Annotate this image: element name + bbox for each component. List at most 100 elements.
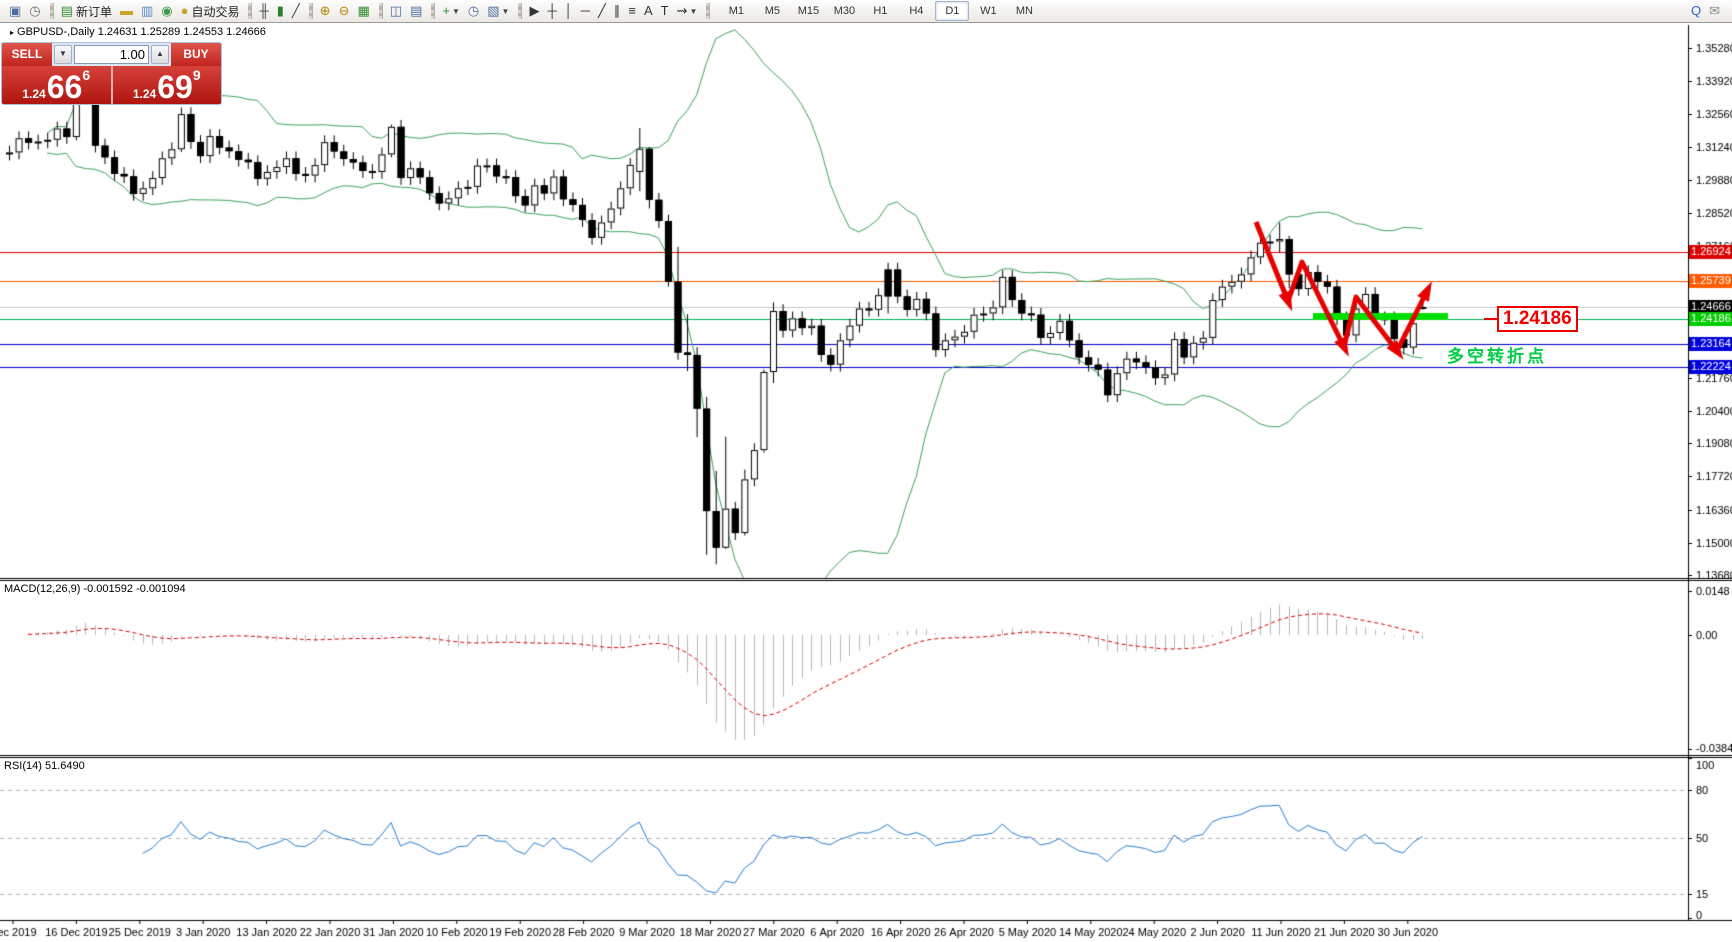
text-label-button[interactable]: T <box>657 1 673 21</box>
metaeditor-icon: ▥ <box>140 3 154 18</box>
one-click-trading-widget: SELL ▼ 1.00 ▲ BUY 1.24 66 6 1.24 69 9 <box>1 42 222 105</box>
sell-price-prefix: 1.24 <box>22 87 46 101</box>
buy-price-main: 69 <box>157 69 193 105</box>
candlestick-chart-button[interactable]: ▮ <box>273 1 288 21</box>
buy-price-pip: 9 <box>192 67 201 83</box>
new-order-button-label: 新订单 <box>75 4 112 19</box>
volume-increase-button[interactable]: ▲ <box>151 45 169 64</box>
bar-chart-icon: ╫ <box>259 3 269 18</box>
sell-price-panel[interactable]: 1.24 66 6 <box>2 66 113 104</box>
autotrading-button[interactable]: ● 自动交易 <box>177 1 244 21</box>
sell-price-main: 66 <box>46 69 83 105</box>
market-watch-button[interactable]: ▬ <box>116 1 137 21</box>
search-icon[interactable]: Q <box>1687 1 1705 21</box>
trendline-button[interactable]: ╱ <box>594 1 610 21</box>
rsi-indicator-label: RSI(14) 51.6490 <box>4 760 85 772</box>
templates-button-dropdown-icon[interactable]: ▼ <box>502 7 510 16</box>
profiles-icon: ◷ <box>29 3 41 18</box>
search-icon: Q <box>1690 3 1702 18</box>
candlestick-chart-icon: ▮ <box>276 3 284 18</box>
callout-connector <box>1484 318 1497 320</box>
macd-indicator-label: MACD(12,26,9) -0.001592 -0.001094 <box>4 583 186 595</box>
horizontal-line-button[interactable]: ─ <box>577 1 594 21</box>
cascade-windows-button[interactable]: ▤ <box>406 1 426 21</box>
text-icon: A <box>643 3 653 18</box>
auto-arrange-button[interactable]: ◫ <box>386 1 406 21</box>
timeframe-m30-button[interactable]: M30 <box>827 1 861 21</box>
fibonacci-button[interactable]: ≡ <box>624 1 640 21</box>
profiles-button[interactable]: ◷ <box>25 1 44 21</box>
zoom-out-icon: ⊖ <box>338 3 350 18</box>
main-toolbar: ▣ ◷ ▤ 新订单 ▬ ▥ ◉ ● 自动交易 ╫ ▮ ╱ ⊕ ⊖ ▦ ◫ ▤ + ▼ ◷ ▧ ▼ ▶ ┼ │ ─ ╱ ∥ ≡ A T ⇝ ▼ M… <box>0 0 1732 23</box>
toolbar-separator <box>706 3 711 19</box>
arrows-button[interactable]: ⇝ ▼ <box>673 1 702 21</box>
zoom-out-button[interactable]: ⊖ <box>335 1 354 21</box>
signals-button[interactable]: ◉ <box>157 1 176 21</box>
arrows-icon: ⇝ <box>676 3 688 18</box>
buy-price-panel[interactable]: 1.24 69 9 <box>112 66 221 105</box>
vertical-line-button[interactable]: │ <box>561 1 577 21</box>
new-chart-button[interactable]: ▣ <box>5 1 25 21</box>
bar-chart-button[interactable]: ╫ <box>255 1 272 21</box>
line-chart-button[interactable]: ╱ <box>288 1 304 21</box>
add-indicator-button[interactable]: + ▼ <box>438 1 464 21</box>
new-chart-icon: ▣ <box>9 3 22 18</box>
timeframe-d1-button[interactable]: D1 <box>935 1 970 21</box>
chat-icon[interactable]: ✉ <box>1705 1 1724 21</box>
volume-input[interactable]: 1.00 <box>74 45 149 64</box>
channel-button[interactable]: ∥ <box>610 1 625 21</box>
timeframe-m15-button[interactable]: M15 <box>791 1 825 21</box>
volume-strip: ▼ 1.00 ▲ <box>52 43 171 66</box>
new-order-button[interactable]: ▤ 新订单 <box>57 1 116 21</box>
price-callout-box[interactable]: 1.24186 <box>1497 306 1578 332</box>
chart-symbol-header: ▸ GBPUSD-,Daily 1.24631 1.25289 1.24553 1… <box>10 26 266 38</box>
toolbar-separator <box>431 3 436 19</box>
horizontal-line-icon: ─ <box>580 3 591 18</box>
toolbar-buttons: ▣ ◷ ▤ 新订单 ▬ ▥ ◉ ● 自动交易 ╫ ▮ ╱ ⊕ ⊖ ▦ ◫ ▤ + ▼ ◷ ▧ ▼ ▶ ┼ │ ─ ╱ ∥ ≡ A T ⇝ ▼ <box>0 0 713 22</box>
timeframe-h1-button[interactable]: H1 <box>863 1 897 21</box>
text-button[interactable]: A <box>640 1 657 21</box>
mt4-window: ▣ ◷ ▤ 新订单 ▬ ▥ ◉ ● 自动交易 ╫ ▮ ╱ ⊕ ⊖ ▦ ◫ ▤ + ▼ ◷ ▧ ▼ ▶ ┼ │ ─ ╱ ∥ ≡ A T ⇝ ▼ M… <box>0 0 1732 942</box>
timeframe-w1-button[interactable]: W1 <box>971 1 1005 21</box>
toolbar-separator <box>308 3 313 19</box>
toolbar-separator <box>518 3 523 19</box>
zoom-in-button[interactable]: ⊕ <box>316 1 335 21</box>
chart-canvas[interactable] <box>0 0 1732 942</box>
add-indicator-button-dropdown-icon[interactable]: ▼ <box>452 7 460 16</box>
vertical-line-icon: │ <box>564 3 573 18</box>
metaeditor-button[interactable]: ▥ <box>137 1 157 21</box>
channel-icon: ∥ <box>613 3 621 18</box>
arrows-button-dropdown-icon[interactable]: ▼ <box>689 7 697 16</box>
crosshair-icon: ┼ <box>547 3 557 18</box>
autotrading-button-label: 自动交易 <box>191 4 240 19</box>
period-clock-button[interactable]: ◷ <box>464 1 483 21</box>
buy-button[interactable]: BUY <box>171 43 221 66</box>
tile-windows-button[interactable]: ▦ <box>353 1 373 21</box>
tile-windows-icon: ▦ <box>357 3 370 18</box>
zoom-in-icon: ⊕ <box>319 3 331 18</box>
add-indicator-icon: + <box>442 3 450 18</box>
volume-decrease-button[interactable]: ▼ <box>54 45 72 64</box>
sell-button[interactable]: SELL <box>2 43 52 66</box>
auto-arrange-icon: ◫ <box>389 3 403 18</box>
market-watch-icon: ▬ <box>119 3 133 18</box>
timeframe-m5-button[interactable]: M5 <box>755 1 789 21</box>
symbol-ohlc-text: GBPUSD-,Daily 1.24631 1.25289 1.24553 1.… <box>17 26 266 38</box>
text-label-icon: T <box>660 3 669 18</box>
toolbar-separator <box>49 3 54 19</box>
timeframe-mn-button[interactable]: MN <box>1007 1 1041 21</box>
templates-button[interactable]: ▧ ▼ <box>483 1 513 21</box>
chart-shift-marker-icon: ▸ <box>10 28 15 37</box>
buy-price-prefix: 1.24 <box>132 87 157 101</box>
trendline-icon: ╱ <box>598 3 606 18</box>
signals-icon: ◉ <box>161 3 173 18</box>
templates-icon: ▧ <box>487 3 500 18</box>
timeframe-h4-button[interactable]: H4 <box>899 1 933 21</box>
cascade-windows-icon: ▤ <box>410 3 423 18</box>
toolbar-separator <box>378 3 383 19</box>
chat-icon: ✉ <box>1709 3 1720 18</box>
crosshair-button[interactable]: ┼ <box>543 1 560 21</box>
timeframe-toolbar: M1 M5 M15 M30 H1 H4 D1 W1 MN <box>713 0 1042 22</box>
timeframe-m1-button[interactable]: M1 <box>719 1 753 21</box>
cursor-button[interactable]: ▶ <box>525 1 543 21</box>
